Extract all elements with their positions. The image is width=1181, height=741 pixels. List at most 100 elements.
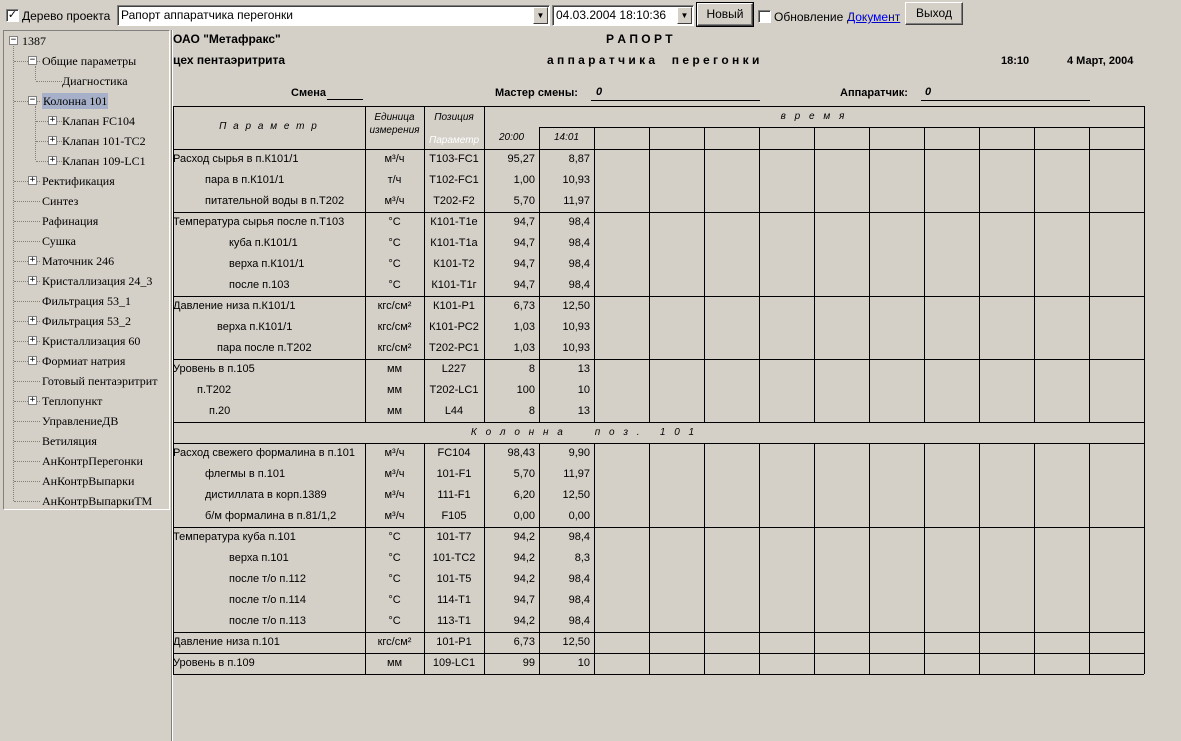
tree-item[interactable]: УправлениеДВ xyxy=(4,413,169,429)
unit: кгс/см² xyxy=(377,342,412,354)
tree-item[interactable]: + Клапан 101-TC2 xyxy=(4,133,169,149)
position: К101-Т1е xyxy=(430,216,478,228)
expand-icon[interactable]: + xyxy=(48,136,57,145)
tree-item-label: Клапан 101-TC2 xyxy=(62,134,146,148)
unit: °С xyxy=(388,237,401,249)
tree-item-label: Клапан FC104 xyxy=(62,114,136,128)
operator-underline xyxy=(921,100,1090,101)
chevron-down-icon[interactable]: ▼ xyxy=(533,7,548,24)
expand-icon[interactable]: + xyxy=(28,256,37,265)
refresh-checkbox[interactable] xyxy=(758,10,771,23)
unit: °С xyxy=(388,615,401,627)
tree-item[interactable]: + Маточник 246 xyxy=(4,253,169,269)
column-line xyxy=(424,106,425,422)
toolbar: ✓ Дерево проекта Рапорт аппаратчика пере… xyxy=(0,0,1181,30)
tree-checkbox[interactable]: ✓ xyxy=(6,9,19,22)
collapse-icon[interactable]: − xyxy=(28,96,37,105)
column-line xyxy=(759,127,760,422)
tree-item-label: УправлениеДВ xyxy=(42,414,119,428)
value-t1: 1,03 xyxy=(513,321,535,333)
report-title: Р А П О Р Т xyxy=(606,32,673,46)
chevron-down-icon[interactable]: ▼ xyxy=(677,7,692,24)
tree-item[interactable]: АнКонтрВыпаркиТМ xyxy=(4,493,169,509)
report-date: 4 Март, 2004 xyxy=(1067,55,1134,67)
column-line xyxy=(1089,127,1090,422)
tree-item-root[interactable]: − 1387 xyxy=(4,33,164,49)
param-name: после т/о п.113 xyxy=(229,615,306,627)
tree-item[interactable]: АнКонтрВыпарки xyxy=(4,473,169,489)
param-name: флегмы в п.101 xyxy=(205,468,286,480)
new-button[interactable]: Новый xyxy=(696,2,754,27)
report-select-value: Рапорт аппаратчика перегонки xyxy=(121,8,293,22)
column-line xyxy=(594,443,595,674)
column-line xyxy=(924,443,925,674)
unit: м³/ч xyxy=(384,510,405,522)
datetime-select-value: 04.03.2004 18:10:36 xyxy=(556,8,667,22)
header-unit: измерения xyxy=(369,125,420,136)
value-t2: 13 xyxy=(577,405,590,417)
column-line xyxy=(704,443,705,674)
tree-connector xyxy=(14,221,40,222)
tree-item[interactable]: АнКонтрПерегонки xyxy=(4,453,169,469)
expand-icon[interactable]: + xyxy=(28,336,37,345)
value-t2: 10,93 xyxy=(562,321,590,333)
tree-item[interactable]: Готовый пентаэритрит xyxy=(4,373,169,389)
unit: °С xyxy=(388,594,401,606)
tree-item[interactable]: + Кристаллизация 60 xyxy=(4,333,169,349)
position: К101-РС2 xyxy=(429,321,479,333)
tree-item[interactable]: + Клапан FC104 xyxy=(4,113,169,129)
param-name: п.Т202 xyxy=(197,384,232,396)
tree-checkbox-label[interactable]: Дерево проекта xyxy=(22,9,110,23)
collapse-icon[interactable]: − xyxy=(28,56,37,65)
value-t1: 94,7 xyxy=(513,594,535,606)
tree-item-label: Кристаллизация 24_3 xyxy=(42,274,153,288)
position: 101-ТС2 xyxy=(432,552,476,564)
expand-icon[interactable]: + xyxy=(28,396,37,405)
param-name: верха п.К101/1 xyxy=(217,321,293,333)
tree-item[interactable]: + Формиат натрия xyxy=(4,353,169,369)
tree-item[interactable]: + Клапан 109-LC1 xyxy=(4,153,169,169)
report-select[interactable]: Рапорт аппаратчика перегонки ▼ xyxy=(117,5,550,26)
document-link[interactable]: Документ xyxy=(847,10,900,24)
refresh-checkbox-label[interactable]: Обновление xyxy=(774,10,843,24)
header-param: П а р а м е т р xyxy=(219,121,319,132)
tree-item[interactable]: Ветиляция xyxy=(4,433,169,449)
exit-button[interactable]: Выход xyxy=(905,2,963,25)
expand-icon[interactable]: + xyxy=(28,356,37,365)
value-t1: 94,2 xyxy=(513,552,535,564)
expand-icon[interactable]: + xyxy=(28,276,37,285)
column-line xyxy=(1089,443,1090,674)
tree-item[interactable]: Синтез xyxy=(4,193,169,209)
expand-icon[interactable]: + xyxy=(28,316,37,325)
tree-item[interactable]: + Кристаллизация 24_3 xyxy=(4,273,169,289)
param-name: куба п.К101/1 xyxy=(229,237,298,249)
company-name: ОАО "Метафракс" xyxy=(173,32,281,46)
tree-connector xyxy=(14,381,40,382)
tree-item[interactable]: − Общие параметры xyxy=(4,53,169,69)
column-line xyxy=(539,443,540,674)
value-t2: 8,3 xyxy=(574,552,590,564)
collapse-icon[interactable]: − xyxy=(9,36,18,45)
tree-item[interactable]: Рафинация xyxy=(4,213,169,229)
tree-item[interactable]: + Фильтрация 53_2 xyxy=(4,313,169,329)
position: Т202-F2 xyxy=(433,195,475,207)
tree-item[interactable]: + Ректификация xyxy=(4,173,169,189)
tree-item[interactable]: + Теплопункт xyxy=(4,393,169,409)
value-t2: 10 xyxy=(577,384,590,396)
expand-icon[interactable]: + xyxy=(48,156,57,165)
section-label: К о л о н н а п о з . 1 0 1 xyxy=(470,427,698,438)
operator-value: 0 xyxy=(925,86,932,98)
expand-icon[interactable]: + xyxy=(28,176,37,185)
expand-icon[interactable]: + xyxy=(48,116,57,125)
value-t2: 11,97 xyxy=(563,195,590,207)
tree-item[interactable]: Диагностика xyxy=(4,73,169,89)
tree-item[interactable]: − Колонна 101 xyxy=(4,93,169,109)
tree-item[interactable]: Сушка xyxy=(4,233,169,249)
tree-item[interactable]: Фильтрация 53_1 xyxy=(4,293,169,309)
value-t1: 1,03 xyxy=(513,342,535,354)
unit: °С xyxy=(388,552,401,564)
position: FC104 xyxy=(437,447,471,459)
column-line xyxy=(924,127,925,422)
datetime-select[interactable]: 04.03.2004 18:10:36 ▼ xyxy=(552,5,694,26)
header-time-2: 14:01 xyxy=(553,132,580,143)
